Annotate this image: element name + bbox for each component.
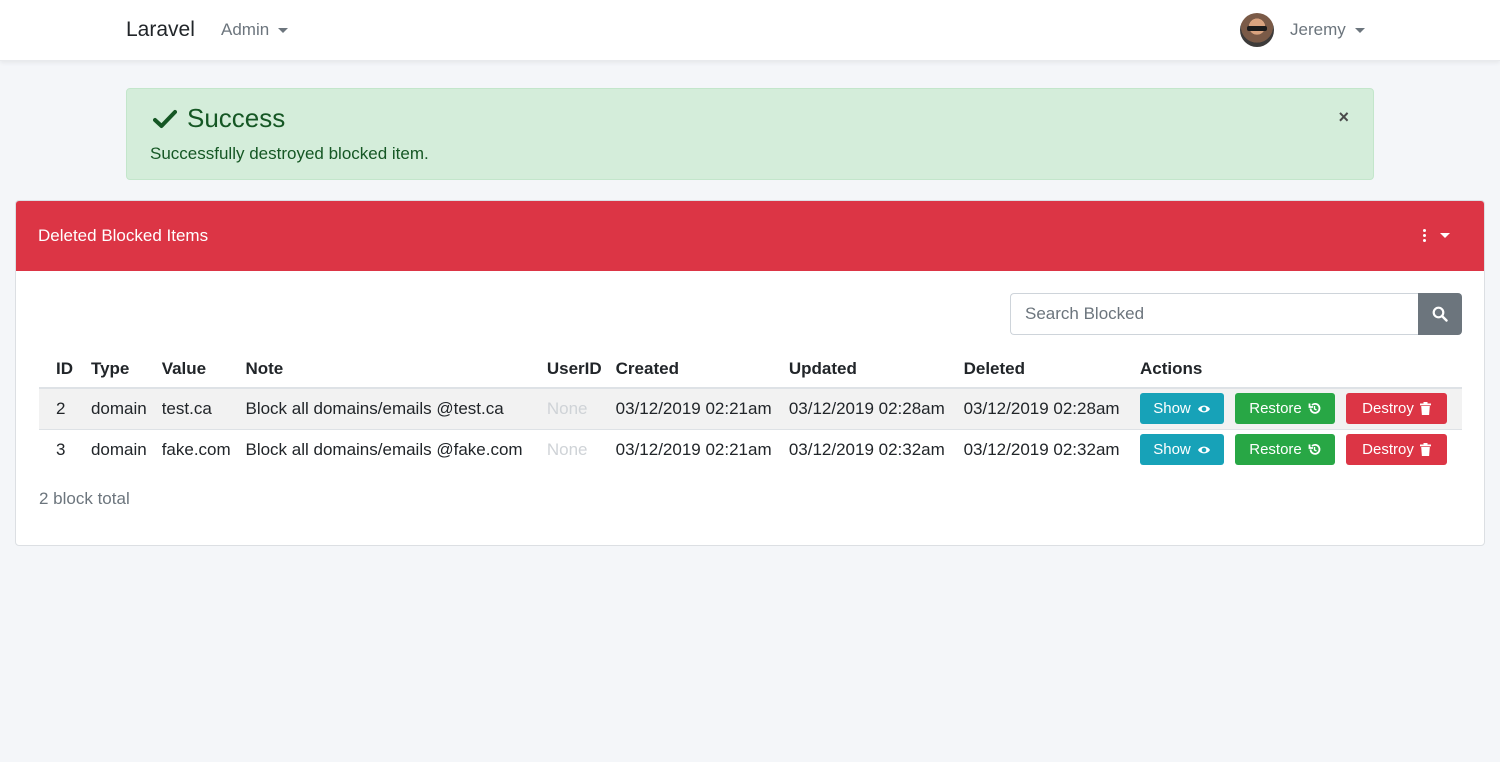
show-button[interactable]: Show [1140,434,1224,466]
restore-button[interactable]: Restore [1235,393,1335,425]
show-button-label: Show [1153,441,1191,459]
check-icon [153,109,177,128]
top-navbar: Laravel Admin Jeremy [0,0,1500,61]
card-header: Deleted Blocked Items [16,201,1484,271]
header-created: Created [608,351,782,389]
destroy-button[interactable]: Destroy [1346,434,1447,466]
alert-heading-text: Success [187,103,286,133]
search-input[interactable] [1010,293,1418,335]
header-actions: Actions [1133,351,1462,389]
user-name: Jeremy [1290,20,1346,39]
destroy-button[interactable]: Destroy [1346,393,1447,425]
restore-button-label: Restore [1249,441,1302,459]
eye-icon [1197,446,1210,454]
cell-value: fake.com [154,429,239,470]
cell-userid: None [539,429,609,470]
cell-note: Block all domains/emails @test.ca [238,388,540,430]
header-id: ID [39,351,84,389]
show-button-label: Show [1153,400,1191,418]
card-options-dropdown[interactable] [1423,225,1450,245]
cell-value: test.ca [154,388,239,430]
cell-actions: Show Restore Destroy [1133,429,1462,470]
cell-note: Block all domains/emails @fake.com [238,429,540,470]
search-button[interactable] [1418,293,1462,335]
caret-down-icon [1354,27,1365,33]
alert-message: Successfully destroyed blocked item. [150,144,429,163]
cell-id: 2 [39,388,84,430]
header-type: Type [83,351,155,389]
cell-userid: None [539,388,609,430]
cell-type: domain [83,388,155,430]
history-icon [1308,444,1321,455]
alert-close-button[interactable]: × [1338,107,1349,128]
alert-heading: Success [153,103,285,134]
card-title: Deleted Blocked Items [38,226,209,245]
avatar [1240,13,1274,47]
more-vertical-icon [1423,228,1426,242]
cell-created: 03/12/2019 02:21am [608,429,782,470]
table-row: 3 domain fake.com Block all domains/emai… [39,429,1462,470]
success-alert: Success Successfully destroyed blocked i… [126,88,1374,180]
search-group [1010,293,1462,335]
cell-created: 03/12/2019 02:21am [608,388,782,430]
eye-icon [1197,405,1210,413]
cell-type: domain [83,429,155,470]
brand-link[interactable]: Laravel [126,18,195,42]
table-row: 2 domain test.ca Block all domains/email… [39,388,1462,430]
deleted-blocked-items-card: Deleted Blocked Items ID Type Value Note… [15,200,1485,546]
caret-down-icon [1440,232,1450,238]
restore-button-label: Restore [1249,400,1302,418]
header-updated: Updated [781,351,957,389]
cell-updated: 03/12/2019 02:32am [781,429,957,470]
history-icon [1308,403,1321,414]
trash-icon [1419,402,1431,416]
cell-id: 3 [39,429,84,470]
admin-dropdown-label: Admin [221,20,270,39]
cell-updated: 03/12/2019 02:28am [781,388,957,430]
search-icon [1432,306,1448,322]
destroy-button-label: Destroy [1362,400,1414,418]
header-deleted: Deleted [956,351,1133,389]
caret-down-icon [278,27,289,33]
total-count: 2 block total [39,489,130,508]
header-note: Note [238,351,540,389]
user-dropdown[interactable]: Jeremy [1240,13,1365,47]
cell-deleted: 03/12/2019 02:28am [956,388,1133,430]
cell-actions: Show Restore Destroy [1133,388,1462,430]
table-header-row: ID Type Value Note UserID Created Update… [39,351,1462,389]
blocked-items-table: ID Type Value Note UserID Created Update… [39,351,1462,470]
trash-icon [1419,443,1431,457]
header-value: Value [154,351,239,389]
cell-deleted: 03/12/2019 02:32am [956,429,1133,470]
show-button[interactable]: Show [1140,393,1224,425]
header-userid: UserID [539,351,609,389]
admin-dropdown[interactable]: Admin [221,20,289,40]
destroy-button-label: Destroy [1362,441,1414,459]
restore-button[interactable]: Restore [1235,434,1335,466]
